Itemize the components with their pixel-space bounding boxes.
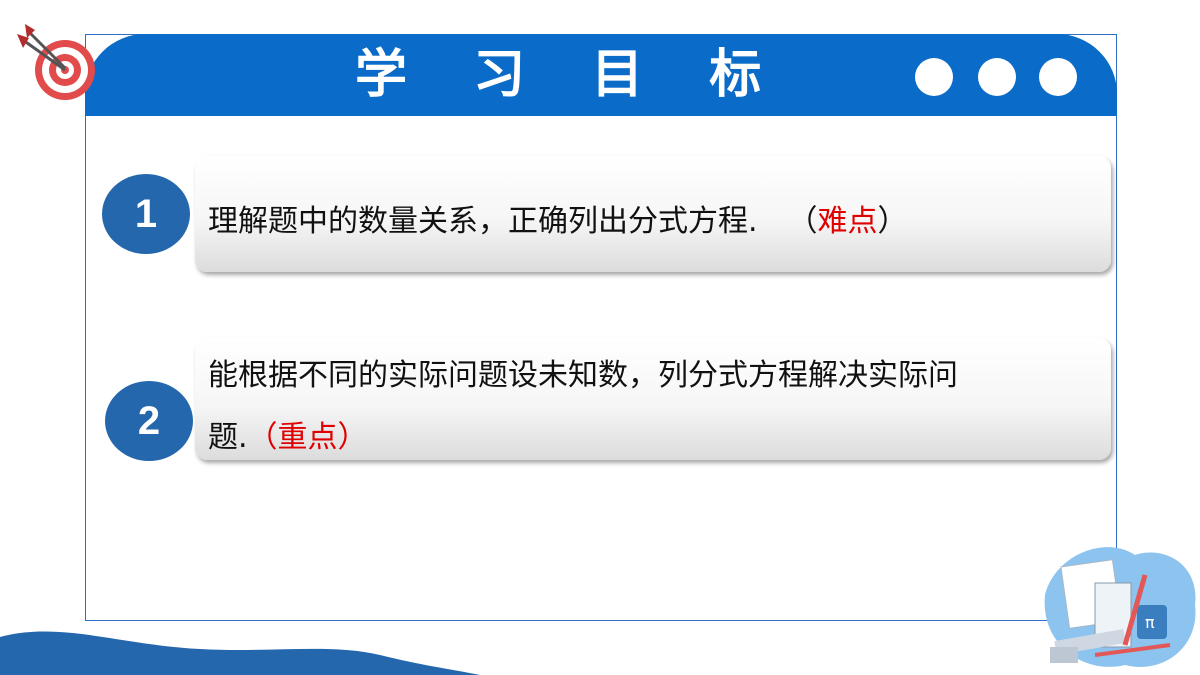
math-tools-icon: π	[1044, 547, 1196, 667]
goal-tag-1: 难点	[817, 204, 878, 239]
goal-tag-2: 重点	[277, 420, 338, 455]
goal-text-1-main: 理解题中的数量关系，正确列出分式方程.	[208, 204, 758, 239]
goal-text-2-main: 题.	[208, 420, 248, 455]
header-dot-1	[915, 58, 953, 96]
goal-text-2-line2: 题.（重点）	[208, 410, 368, 466]
title-header: 学 习 目 标	[85, 34, 1117, 116]
goal-number-1: 1	[102, 174, 190, 254]
content-frame	[85, 34, 1117, 621]
goal-text-1: 理解题中的数量关系，正确列出分式方程. （难点）	[208, 194, 908, 250]
page-title: 学 习 目 标	[355, 45, 786, 105]
goal-text-2-line1: 能根据不同的实际问题设未知数，列分式方程解决实际问	[208, 358, 958, 393]
goal-text-2-paren-open: （	[247, 420, 278, 455]
svg-text:π: π	[1145, 613, 1155, 632]
header-dot-3	[1039, 58, 1077, 96]
header-dot-2	[978, 58, 1016, 96]
goal-text-1-paren-open: （	[787, 204, 818, 239]
goal-number-2: 2	[105, 381, 193, 461]
target-dart-icon	[17, 24, 95, 100]
bottom-wave-decoration	[0, 631, 480, 675]
goal-text-2-paren-close: ）	[337, 420, 368, 455]
goal-text-1-paren-close: ）	[877, 204, 908, 239]
